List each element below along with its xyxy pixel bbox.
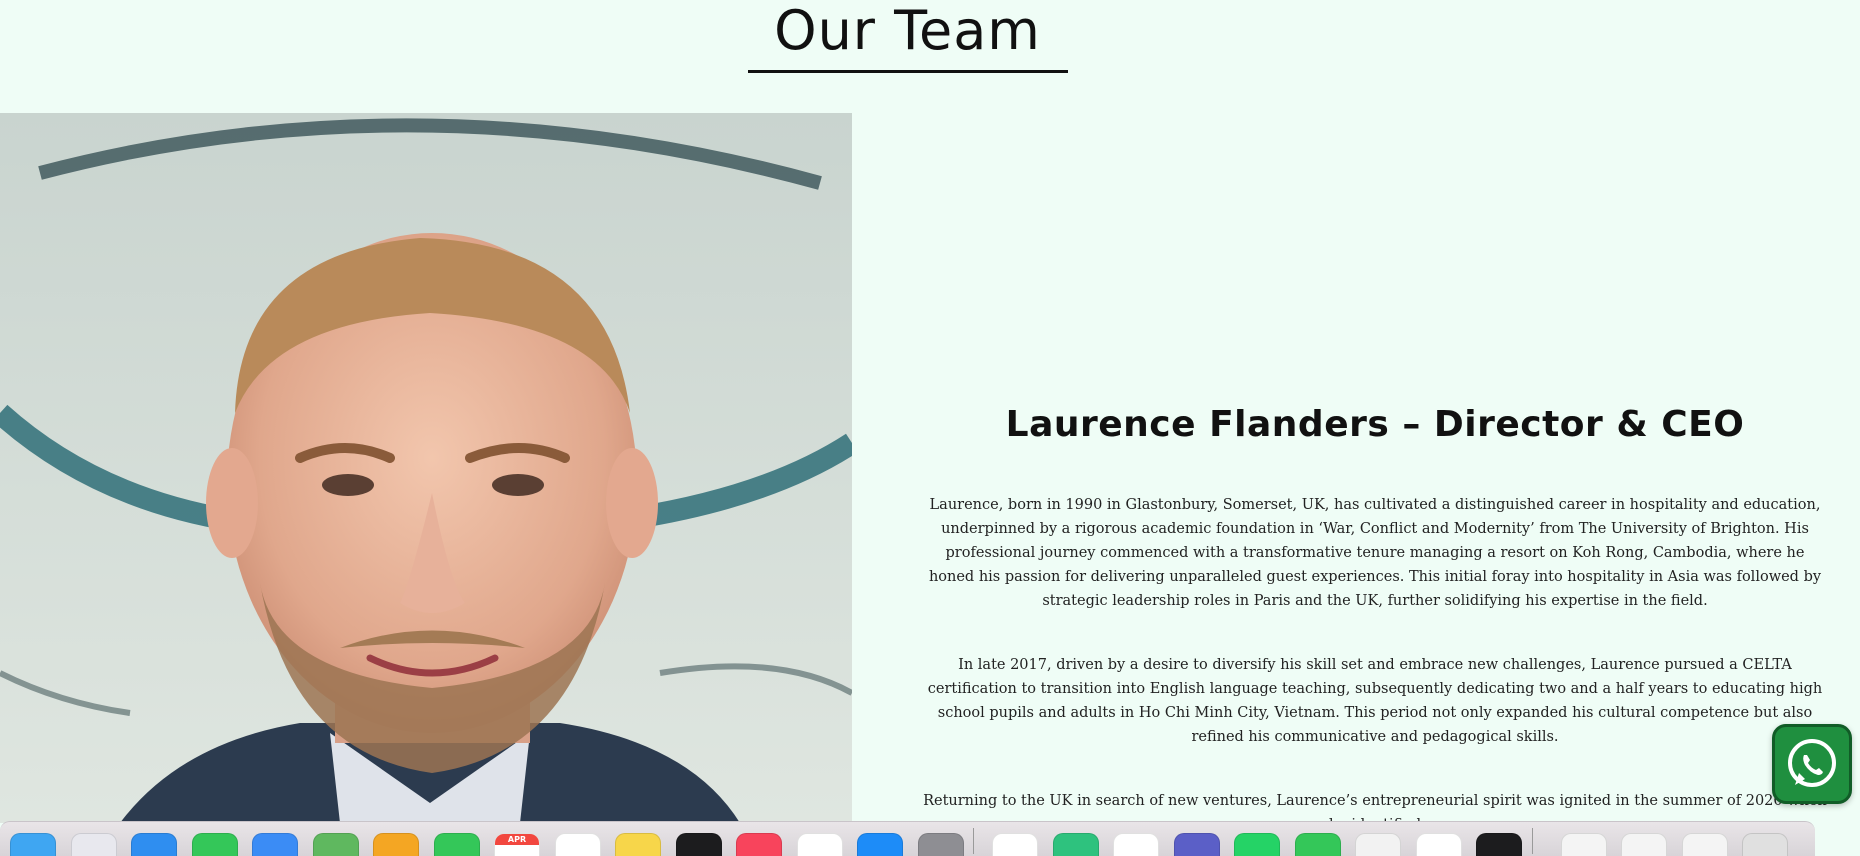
system-settings-icon[interactable] [917, 833, 964, 856]
downloads-stack-icon[interactable] [1742, 833, 1788, 856]
chrome-icon[interactable] [992, 833, 1038, 856]
news-icon[interactable] [796, 833, 843, 856]
bio-paragraph: In late 2017, driven by a desire to dive… [927, 657, 1823, 745]
messages-icon[interactable] [191, 833, 238, 856]
mail-icon[interactable] [252, 833, 298, 856]
terminal-icon[interactable] [1476, 833, 1522, 856]
calendar-month-label: APR [495, 834, 539, 845]
calendar-icon[interactable]: APR [494, 833, 540, 856]
spreadsheet-thumbnail-icon[interactable] [1621, 833, 1667, 856]
numbers-icon[interactable] [1294, 833, 1341, 856]
dock-separator [1531, 828, 1533, 854]
maps-icon[interactable] [312, 833, 359, 856]
whatsapp-chat-button[interactable] [1772, 724, 1852, 804]
dock-separator [973, 828, 974, 854]
tv-icon[interactable] [675, 833, 722, 856]
nordvpn-icon[interactable] [1052, 833, 1099, 856]
whatsapp-icon [1788, 739, 1836, 787]
title-underline [748, 70, 1068, 73]
music-icon[interactable] [736, 833, 782, 856]
textedit-icon[interactable] [1355, 833, 1401, 856]
facetime-icon[interactable] [433, 833, 480, 856]
app-store-icon[interactable] [857, 833, 903, 856]
teams-icon[interactable] [1173, 833, 1220, 856]
team-member-photo [0, 113, 852, 823]
mail-client-icon[interactable] [1415, 833, 1462, 856]
finder-icon[interactable] [10, 833, 56, 856]
spreadsheet-thumbnail-icon[interactable] [1681, 833, 1728, 856]
team-member-bio: Laurence Flanders – Director & CEO Laure… [922, 395, 1828, 837]
photos-icon[interactable] [373, 833, 419, 856]
member-name: Laurence Flanders – Director & CEO [1005, 404, 1745, 445]
notes-icon[interactable] [615, 833, 661, 856]
page-title: Our Team [774, 0, 1041, 62]
launchpad-icon[interactable] [70, 833, 117, 856]
safari-icon[interactable] [131, 833, 177, 856]
bio-paragraph: Laurence, born in 1990 in Glastonbury, S… [928, 497, 1822, 609]
whatsapp-app-icon[interactable] [1234, 833, 1280, 856]
document-thumbnail-icon[interactable] [1560, 833, 1607, 856]
page-header: Our Team [0, 0, 1860, 113]
macos-dock: APR [0, 821, 1815, 856]
freeform-icon[interactable] [1113, 833, 1159, 856]
reminders-icon[interactable] [554, 833, 601, 856]
